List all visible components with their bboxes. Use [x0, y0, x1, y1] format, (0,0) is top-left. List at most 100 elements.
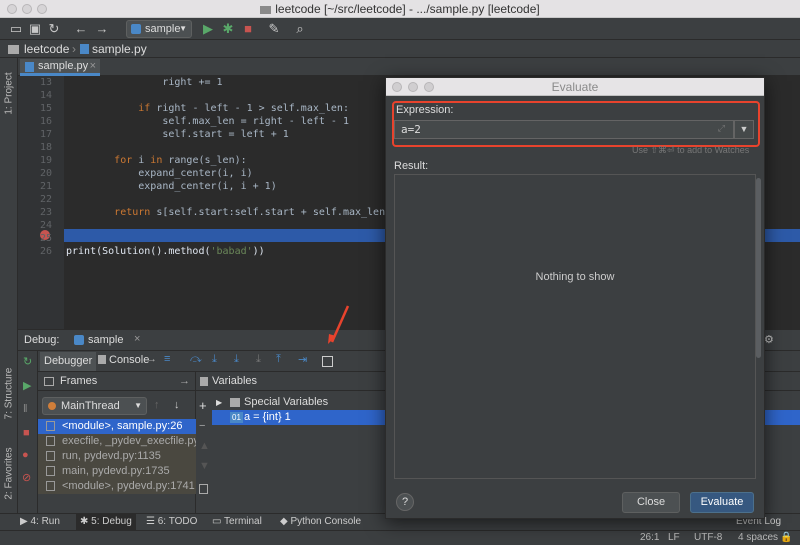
tab-console[interactable]: Console: [109, 354, 149, 366]
result-tree[interactable]: Nothing to show: [394, 174, 756, 479]
debug-label: Debug:: [24, 334, 60, 346]
new-watch-icon[interactable]: +: [199, 398, 207, 413]
save-icon[interactable]: ▣: [27, 21, 43, 37]
favorites-tool-tab[interactable]: 2: Favorites: [4, 441, 15, 507]
thread-label: MainThread: [61, 400, 120, 412]
tab-debugger[interactable]: Debugger: [40, 352, 97, 371]
frame-up-icon[interactable]: ↑: [154, 399, 160, 411]
back-icon[interactable]: ←: [73, 21, 89, 37]
expand-arrow-icon[interactable]: ▶: [216, 395, 222, 410]
step-into-my-code-icon[interactable]: ⤓: [234, 353, 239, 366]
forward-icon[interactable]: →: [94, 21, 110, 37]
variable-a-label: a = {int} 1: [244, 411, 291, 423]
breadcrumb-file[interactable]: sample.py: [92, 40, 147, 58]
dialog-close-button[interactable]: [392, 82, 402, 92]
dialog-minimize-button[interactable]: [408, 82, 418, 92]
sync-icon[interactable]: ↻: [46, 21, 62, 37]
view-breakpoints-icon[interactable]: ●: [22, 449, 29, 461]
frame-label: run, pydevd.py:1135: [62, 450, 161, 462]
code-line: print(Solution().method('babad')): [66, 246, 265, 257]
frame-row[interactable]: run, pydevd.py:1135: [38, 449, 196, 464]
show-execution-point-icon[interactable]: ≡: [164, 353, 170, 365]
main-toolbar: ▭ ▣ ↻ ← → ▶ ✱ ■ ✎ ⌕: [0, 18, 800, 40]
file-encoding[interactable]: UTF-8: [694, 531, 722, 545]
pause-icon[interactable]: ‖: [23, 403, 28, 415]
close-window-button[interactable]: [7, 4, 17, 14]
expression-input[interactable]: a=2 ⤢: [394, 120, 734, 139]
minimize-window-button[interactable]: [22, 4, 32, 14]
todo-tool-tab[interactable]: ☰ 6: TODO: [146, 514, 197, 531]
frame-down-icon[interactable]: ↓: [174, 399, 180, 411]
indent-setting[interactable]: 4 spaces: [738, 531, 778, 545]
frame-row[interactable]: main, pydevd.py:1735: [38, 464, 196, 479]
console-icon: [98, 355, 106, 364]
open-folder-icon[interactable]: ▭: [8, 21, 24, 37]
move-down-icon[interactable]: ▼: [199, 460, 210, 472]
move-up-icon[interactable]: ▲: [199, 440, 210, 452]
remove-watch-icon[interactable]: −: [199, 420, 205, 432]
force-step-into-icon[interactable]: ⤓: [256, 353, 261, 366]
chevron-down-icon: ▼: [739, 124, 749, 134]
settings-wrench-icon[interactable]: ✎: [266, 21, 282, 37]
copy-icon[interactable]: [199, 484, 208, 494]
close-tab-icon[interactable]: ×: [90, 59, 96, 73]
expression-history-dropdown[interactable]: ▼: [734, 120, 754, 139]
frame-icon: [46, 436, 55, 446]
project-tool-tab[interactable]: 1: Project: [4, 61, 15, 127]
line-separator[interactable]: LF: [668, 531, 680, 545]
stop-icon[interactable]: ■: [23, 427, 30, 439]
debug-bug-icon[interactable]: ✱: [220, 21, 236, 37]
window-title: leetcode [~/src/leetcode] - .../sample.p…: [275, 2, 540, 16]
step-out-icon[interactable]: ⤒: [276, 353, 281, 366]
expand-editor-icon[interactable]: ⤢: [718, 121, 725, 138]
thread-select[interactable]: MainThread ▼: [42, 397, 147, 415]
line-number: 14: [39, 90, 52, 101]
close-session-icon[interactable]: ×: [134, 333, 140, 345]
breadcrumb: leetcode › sample.py: [0, 40, 800, 58]
help-button[interactable]: ?: [396, 493, 414, 511]
caret-position[interactable]: 26:1: [640, 531, 659, 545]
dialog-title-bar: Evaluate: [386, 78, 764, 96]
search-icon[interactable]: ⌕: [292, 21, 308, 37]
rerun-icon[interactable]: ↻: [23, 355, 32, 368]
frame-row[interactable]: <module>, sample.py:26: [38, 419, 196, 434]
code-line: for i in range(s_len):: [114, 155, 247, 166]
dialog-zoom-button[interactable]: [424, 82, 434, 92]
empty-result-text: Nothing to show: [535, 271, 615, 283]
debug-tool-tab[interactable]: ✱ 5: Debug: [76, 514, 136, 531]
run-configuration-select[interactable]: sample ▼: [126, 20, 192, 38]
stop-icon[interactable]: ■: [240, 21, 256, 37]
frame-row[interactable]: <module>, pydevd.py:1741: [38, 479, 196, 494]
breadcrumb-project[interactable]: leetcode: [24, 40, 69, 58]
run-tool-tab[interactable]: ▶ 4: Run: [20, 514, 60, 531]
mute-breakpoints-icon[interactable]: ⊘: [22, 471, 31, 484]
vertical-scrollbar[interactable]: [756, 178, 761, 358]
evaluate-expression-icon[interactable]: [322, 356, 333, 367]
zoom-window-button[interactable]: [37, 4, 47, 14]
chevron-down-icon: ▼: [134, 401, 142, 410]
structure-tool-tab[interactable]: 7: Structure: [4, 361, 15, 427]
step-over-icon[interactable]: ⤼: [190, 353, 202, 366]
line-number: 24: [39, 220, 52, 231]
terminal-tool-tab[interactable]: ▭ Terminal: [212, 514, 262, 531]
result-label: Result:: [394, 160, 429, 172]
status-bar: 26:1 LF UTF-8 4 spaces 🔒: [0, 530, 800, 545]
debug-tab-label: 5: Debug: [91, 516, 132, 527]
run-to-cursor-icon[interactable]: ⇥: [298, 353, 307, 366]
variables-icon: [200, 377, 208, 386]
resume-icon[interactable]: ▶: [23, 379, 31, 392]
step-into-icon[interactable]: ⤓: [212, 353, 217, 366]
run-icon[interactable]: ▶: [200, 21, 216, 37]
evaluate-button[interactable]: Evaluate: [690, 492, 754, 513]
gear-icon[interactable]: ⚙: [764, 333, 774, 346]
tab-sample-py[interactable]: sample.py ×: [20, 59, 100, 76]
pin-arrow-icon[interactable]: →: [179, 372, 190, 391]
close-button[interactable]: Close: [622, 492, 680, 513]
frame-row[interactable]: execfile, _pydev_execfile.py: [38, 434, 196, 449]
debug-session-tab[interactable]: sample: [88, 334, 123, 346]
dialog-title: Evaluate: [551, 80, 599, 94]
python-console-tool-tab[interactable]: ◆ Python Console: [280, 514, 361, 531]
lock-icon[interactable]: 🔒: [780, 531, 792, 545]
pin-arrow-icon[interactable]: →: [146, 353, 157, 365]
line-number: 17: [39, 129, 52, 140]
